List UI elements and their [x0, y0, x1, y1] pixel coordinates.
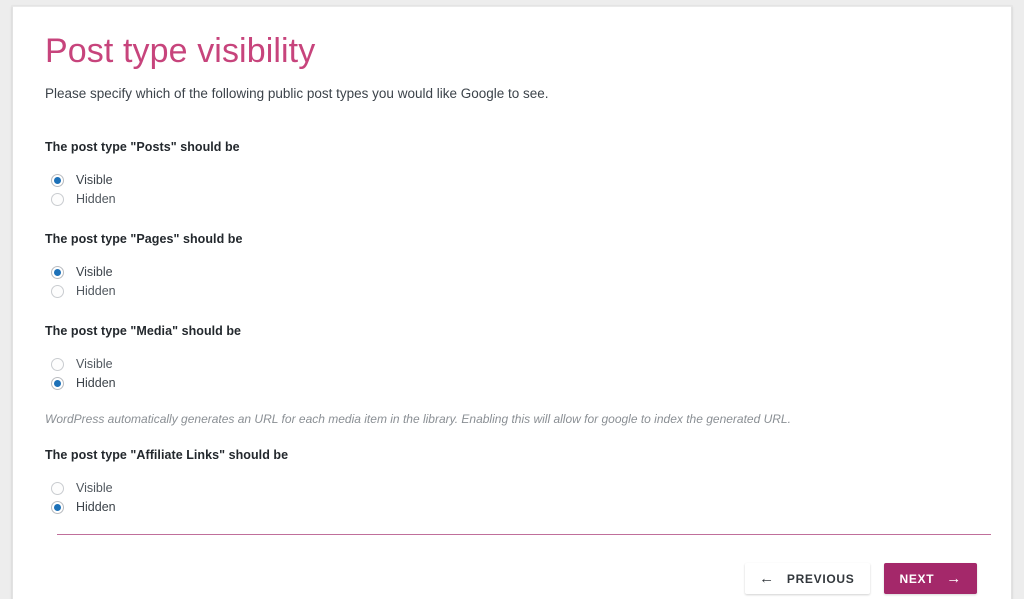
- wizard-content: Post type visibility Please specify whic…: [45, 7, 991, 539]
- radio-button-icon[interactable]: [51, 285, 64, 298]
- post-type-group-legend: The post type "Posts" should be: [45, 140, 240, 154]
- post-type-group: The post type "Media" should be Visible Hi…: [45, 323, 991, 427]
- radio-button-icon[interactable]: [51, 482, 64, 495]
- radio-option-label[interactable]: Hidden: [76, 374, 116, 393]
- post-type-group: The post type "Affiliate Links" should b…: [45, 447, 991, 517]
- radio-button-icon[interactable]: [51, 358, 64, 371]
- radio-option-label[interactable]: Hidden: [76, 190, 116, 209]
- radio-option-label[interactable]: Visible: [76, 263, 113, 282]
- next-button[interactable]: NEXT →: [884, 563, 977, 594]
- footer-divider: [57, 534, 991, 535]
- radio-option-label[interactable]: Visible: [76, 171, 113, 190]
- radio-button-icon[interactable]: [51, 377, 64, 390]
- arrow-right-icon: →: [946, 570, 962, 587]
- radio-button-icon[interactable]: [51, 193, 64, 206]
- post-type-group-legend: The post type "Media" should be: [45, 324, 242, 338]
- radio-option-label[interactable]: Visible: [76, 355, 113, 374]
- post-type-group-legend: The post type "Pages" should be: [45, 232, 243, 246]
- radio-option-hidden[interactable]: Hidden: [45, 374, 991, 393]
- radio-option-visible[interactable]: Visible: [45, 355, 991, 374]
- post-type-group: The post type "Pages" should be Visible Hi…: [45, 231, 991, 301]
- radio-option-visible[interactable]: Visible: [45, 171, 991, 190]
- post-type-group: The post type "Posts" should be Visible Hi…: [45, 139, 991, 209]
- radio-button-icon[interactable]: [51, 501, 64, 514]
- radio-option-visible[interactable]: Visible: [45, 263, 991, 282]
- radio-option-hidden[interactable]: Hidden: [45, 498, 991, 517]
- radio-option-hidden[interactable]: Hidden: [45, 282, 991, 301]
- radio-option-label[interactable]: Hidden: [76, 282, 116, 301]
- arrow-left-icon: ←: [759, 570, 775, 587]
- previous-button[interactable]: ← PREVIOUS: [745, 563, 871, 594]
- post-type-visibility-groups: The post type "Posts" should be Visible Hi…: [45, 139, 991, 517]
- page-subtitle: Please specify which of the following pu…: [45, 86, 549, 101]
- radio-option-label[interactable]: Visible: [76, 479, 113, 498]
- page-title: Post type visibility: [45, 32, 316, 70]
- radio-option-visible[interactable]: Visible: [45, 479, 991, 498]
- radio-option-label[interactable]: Hidden: [76, 498, 116, 517]
- radio-button-icon[interactable]: [51, 266, 64, 279]
- screen-root: Post type visibility Please specify whic…: [0, 0, 1024, 599]
- next-button-label: NEXT: [899, 571, 935, 586]
- post-type-help-text: WordPress automatically generates an URL…: [45, 412, 791, 426]
- radio-button-icon[interactable]: [51, 174, 64, 187]
- wizard-card: Post type visibility Please specify whic…: [12, 6, 1012, 599]
- previous-button-label: PREVIOUS: [786, 571, 855, 586]
- radio-option-hidden[interactable]: Hidden: [45, 190, 991, 209]
- wizard-footer: ← PREVIOUS NEXT →: [745, 563, 977, 594]
- post-type-group-legend: The post type "Affiliate Links" should b…: [45, 448, 289, 462]
